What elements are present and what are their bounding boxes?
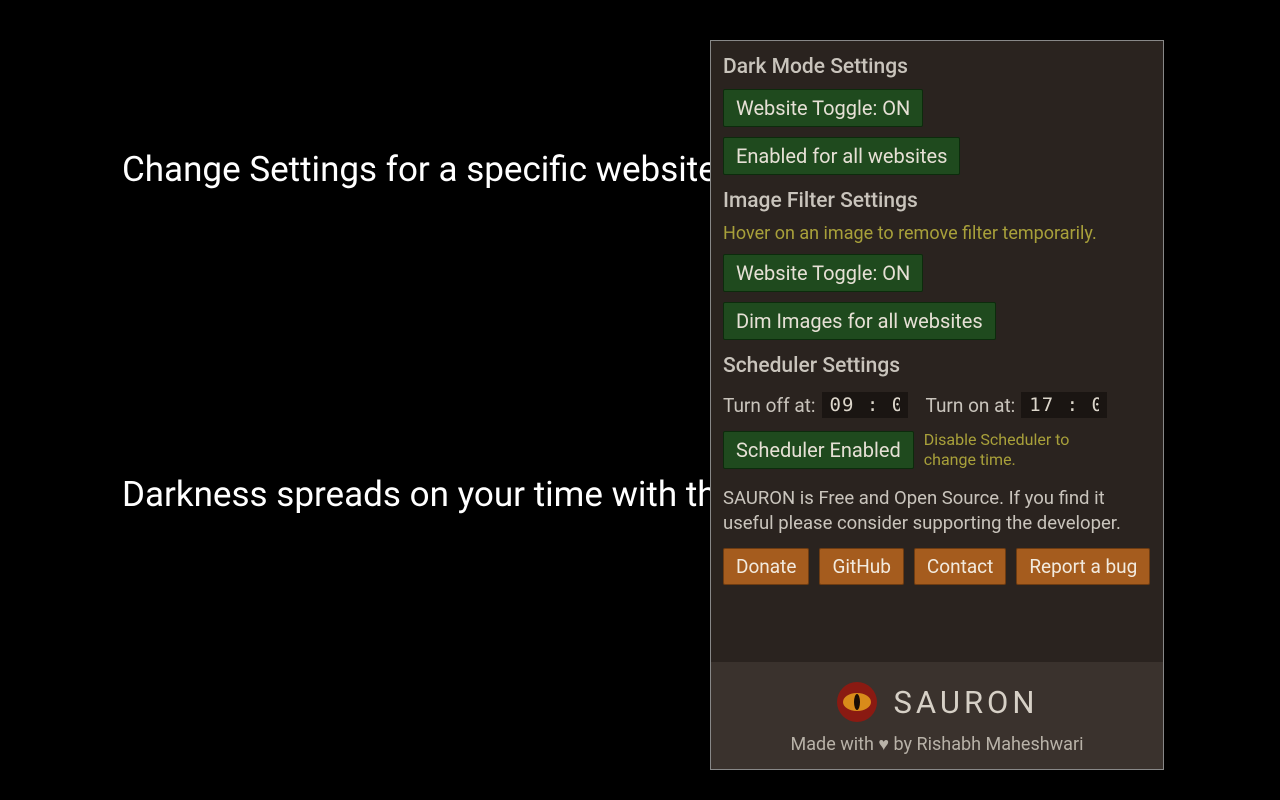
turn-on-label: Turn on at:	[926, 394, 1016, 417]
sauron-eye-icon	[835, 680, 879, 724]
report-bug-button[interactable]: Report a bug	[1016, 548, 1150, 585]
image-filter-hint: Hover on an image to remove filter tempo…	[723, 223, 1151, 244]
contact-button[interactable]: Contact	[914, 548, 1006, 585]
turn-off-time-input[interactable]	[822, 392, 908, 418]
github-button[interactable]: GitHub	[819, 548, 903, 585]
footer-credit: Made with ♥ by Rishabh Maheshwari	[711, 734, 1163, 755]
support-links-row: Donate GitHub Contact Report a bug	[723, 548, 1151, 585]
image-filter-website-toggle-button[interactable]: Website Toggle: ON	[723, 254, 923, 292]
footer: SAURON Made with ♥ by Rishabh Maheshwari	[711, 662, 1163, 769]
turn-off-label: Turn off at:	[723, 394, 816, 417]
scheduler-title: Scheduler Settings	[723, 354, 1151, 378]
dark-mode-all-websites-button[interactable]: Enabled for all websites	[723, 137, 960, 175]
scheduler-note: Disable Scheduler to change time.	[924, 430, 1124, 470]
scheduler-time-row: Turn off at: Turn on at:	[723, 392, 1151, 418]
turn-on-time-input[interactable]	[1021, 392, 1107, 418]
support-text: SAURON is Free and Open Source. If you f…	[723, 486, 1151, 536]
dark-mode-title: Dark Mode Settings	[723, 55, 1151, 79]
image-filter-title: Image Filter Settings	[723, 189, 1151, 213]
dark-mode-website-toggle-button[interactable]: Website Toggle: ON	[723, 89, 923, 127]
donate-button[interactable]: Donate	[723, 548, 809, 585]
image-filter-all-websites-button[interactable]: Dim Images for all websites	[723, 302, 996, 340]
scheduler-enabled-button[interactable]: Scheduler Enabled	[723, 431, 914, 469]
extension-popup-panel: Dark Mode Settings Website Toggle: ON En…	[710, 40, 1164, 770]
brand-name: SAURON	[893, 684, 1038, 721]
